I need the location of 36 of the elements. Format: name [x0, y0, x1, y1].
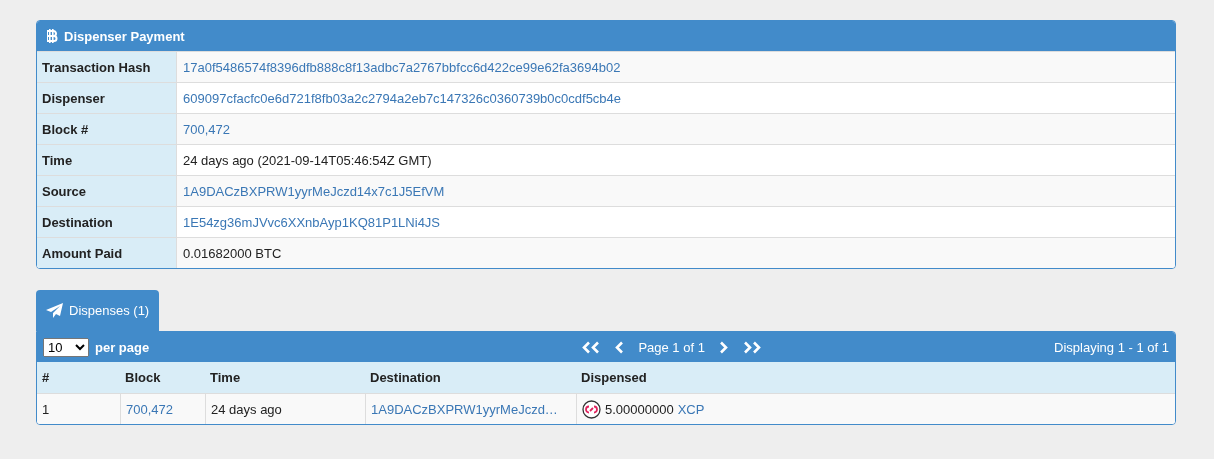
column-header: # — [37, 362, 120, 393]
field-link[interactable]: 609097cfacfc0e6d721f8fb03a2c2794a2eb7c147326c0360739b0c0cdf5cb4e — [183, 90, 622, 106]
per-page-label: per page — [95, 339, 150, 355]
per-page-select[interactable]: 10 — [43, 337, 89, 357]
field-label: Dispenser — [37, 83, 177, 113]
asset-link[interactable]: XCP — [677, 401, 705, 417]
field-link[interactable]: 700,472 — [183, 121, 230, 137]
column-header: Dispensed — [576, 362, 1175, 393]
field-label: Block # — [37, 114, 177, 144]
first-page-icon[interactable] — [581, 340, 601, 354]
last-page-icon[interactable] — [742, 340, 762, 354]
field-value: 24 days ago (2021-09-14T05:46:54Z GMT) — [183, 152, 432, 168]
displaying-count: Displaying 1 - 1 of 1 — [1054, 339, 1169, 355]
field-label: Time — [37, 145, 177, 175]
column-header: Block — [120, 362, 205, 393]
field-label: Source — [37, 176, 177, 206]
field-label: Amount Paid — [37, 238, 177, 268]
page-label: Page 1 of 1 — [638, 339, 705, 355]
amount-text: 5.00000000 — [605, 401, 674, 417]
field-value: 0.01682000 BTC — [183, 245, 282, 261]
panel-title: Dispenser Payment — [64, 28, 185, 44]
field-link[interactable]: 1E54zg36mJVvc6XXnbAyp1KQ81P1LNi4JS — [183, 214, 441, 230]
field-link[interactable]: 1A9DACzBXPRW1yyrMeJczd14x7c1J5EfVM — [183, 183, 445, 199]
next-page-icon[interactable] — [718, 340, 729, 354]
field-label: Destination — [37, 207, 177, 237]
paper-plane-icon — [46, 303, 63, 318]
column-header: Time — [205, 362, 365, 393]
tab[interactable]: Dispenses (1) — [36, 290, 160, 331]
table-cell: 1 — [37, 393, 120, 424]
column-header: Destination — [365, 362, 576, 393]
bitcoin-icon — [47, 29, 58, 43]
field-link[interactable]: 17a0f5486574f8396dfb888c8f13adbc7a2767bbfcc6d422ce99e62fa3694b02 — [183, 59, 621, 75]
previous-page-icon[interactable] — [614, 340, 625, 354]
field-label: Transaction Hash — [37, 52, 177, 82]
token-icon — [582, 399, 601, 419]
table-cell: 24 days ago — [205, 393, 365, 424]
